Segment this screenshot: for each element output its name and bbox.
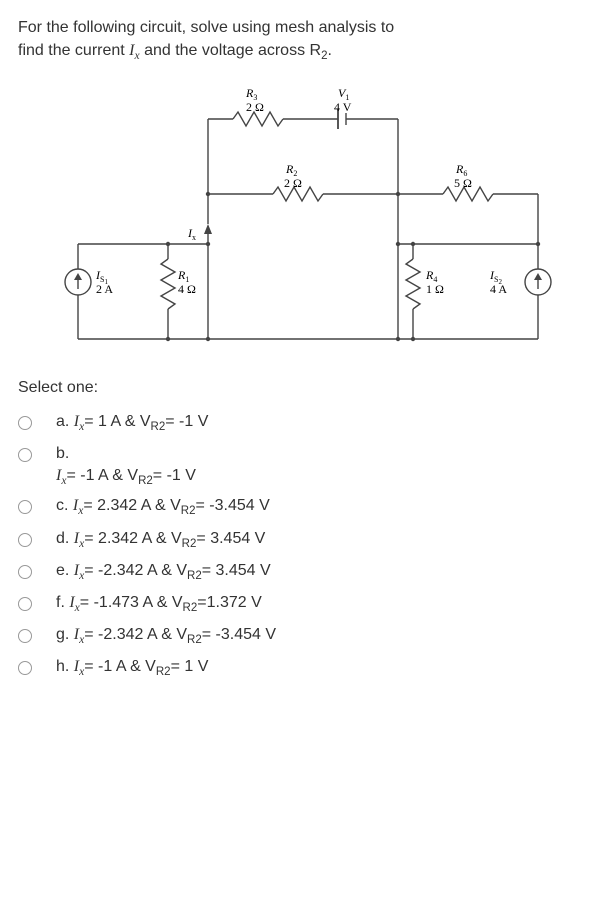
- svg-text:4 V: 4 V: [334, 100, 352, 114]
- option-d-text: d. Ix= 2.342 A & VR2= 3.454 V: [56, 530, 579, 550]
- select-one-label: Select one:: [18, 379, 579, 397]
- svg-text:5 Ω: 5 Ω: [454, 176, 472, 190]
- radio-icon[interactable]: [18, 500, 32, 514]
- radio-icon[interactable]: [18, 629, 32, 643]
- option-b[interactable]: b.: [18, 439, 579, 469]
- question-line2-end: .: [327, 42, 331, 59]
- option-c-text: c. Ix= 2.342 A & VR2= -3.454 V: [56, 497, 579, 517]
- option-e-text: e. Ix= -2.342 A & VR2= 3.454 V: [56, 562, 579, 582]
- option-a[interactable]: a. Ix= 1 A & VR2= -1 V: [18, 407, 579, 439]
- svg-text:4 Ω: 4 Ω: [178, 282, 196, 296]
- option-g[interactable]: g. Ix= -2.342 A & VR2= -3.454 V: [18, 620, 579, 652]
- radio-icon[interactable]: [18, 565, 32, 579]
- svg-text:1 Ω: 1 Ω: [426, 282, 444, 296]
- option-h[interactable]: h. Ix= -1 A & VR2= 1 V: [18, 652, 579, 684]
- question-line1: For the following circuit, solve using m…: [18, 19, 394, 36]
- circuit-diagram: R3 2 Ω V1 4 V Ix R2 2 Ω R6 5 Ω IS1 2 A R…: [18, 79, 579, 359]
- option-g-text: g. Ix= -2.342 A & VR2= -3.454 V: [56, 626, 579, 646]
- option-b-continuation: Ix= -1 A & VR2= -1 V: [56, 467, 579, 487]
- svg-text:4 A: 4 A: [490, 282, 507, 296]
- svg-text:2 A: 2 A: [96, 282, 113, 296]
- option-f[interactable]: f. Ix= -1.473 A & VR2=1.372 V: [18, 588, 579, 620]
- option-c[interactable]: c. Ix= 2.342 A & VR2= -3.454 V: [18, 491, 579, 523]
- option-a-text: a. Ix= 1 A & VR2= -1 V: [56, 413, 579, 433]
- option-d[interactable]: d. Ix= 2.342 A & VR2= 3.454 V: [18, 524, 579, 556]
- options-list: a. Ix= 1 A & VR2= -1 V b. Ix= -1 A & VR2…: [18, 407, 579, 685]
- option-e[interactable]: e. Ix= -2.342 A & VR2= 3.454 V: [18, 556, 579, 588]
- question-text: For the following circuit, solve using m…: [18, 16, 579, 65]
- question-line2-pre: find the current: [18, 42, 129, 59]
- svg-text:2 Ω: 2 Ω: [246, 100, 264, 114]
- radio-icon[interactable]: [18, 416, 32, 430]
- option-f-text: f. Ix= -1.473 A & VR2=1.372 V: [56, 594, 579, 614]
- option-b-text: b.: [56, 445, 579, 463]
- radio-icon[interactable]: [18, 448, 32, 462]
- radio-icon[interactable]: [18, 533, 32, 547]
- svg-text:2 Ω: 2 Ω: [284, 176, 302, 190]
- radio-icon[interactable]: [18, 597, 32, 611]
- question-line2-mid: and the voltage across R: [140, 42, 321, 59]
- option-h-text: h. Ix= -1 A & VR2= 1 V: [56, 658, 579, 678]
- radio-icon[interactable]: [18, 661, 32, 675]
- svg-text:Ix: Ix: [187, 226, 196, 242]
